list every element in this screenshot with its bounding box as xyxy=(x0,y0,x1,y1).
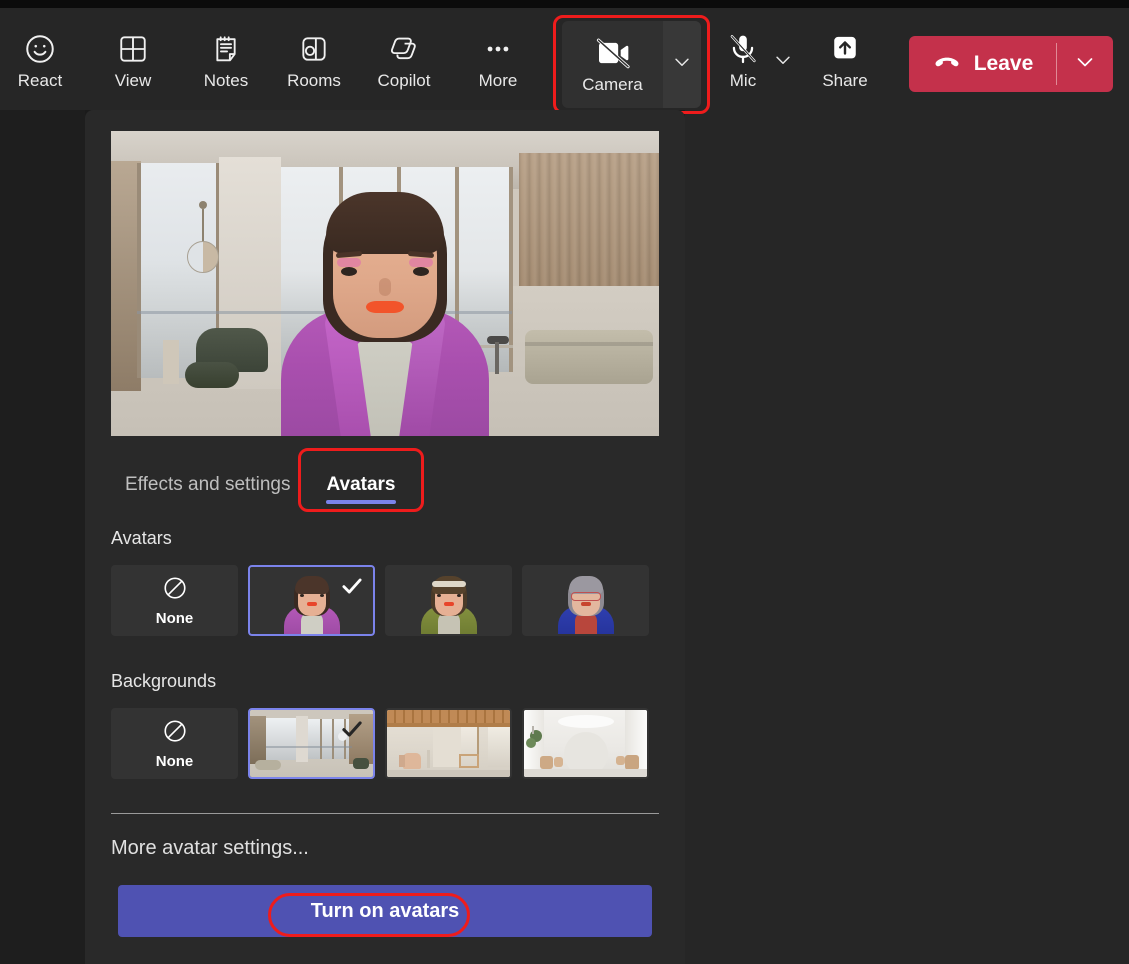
teams-meeting-window: React View Notes Rooms Copilot More Came… xyxy=(0,0,1129,964)
mic-off-icon xyxy=(721,30,765,68)
avatar-none-label: None xyxy=(155,609,194,627)
none-circle-slash-icon xyxy=(162,575,188,606)
toolbar-label-notes: Notes xyxy=(203,71,249,90)
avatar-option-none[interactable]: None xyxy=(111,565,238,636)
camera-label: Camera xyxy=(582,75,643,94)
leave-label: Leave xyxy=(973,52,1034,75)
mic-label: Mic xyxy=(729,71,757,90)
background-thumbnail-wood-loft xyxy=(387,710,510,777)
background-none-label: None xyxy=(155,752,194,770)
toolbar-button-view[interactable]: View xyxy=(90,22,176,100)
toolbar-label-react: React xyxy=(17,71,63,90)
emoji-smiley-icon xyxy=(18,30,62,68)
toolbar-button-react[interactable]: React xyxy=(0,22,83,100)
turn-on-avatars-button[interactable]: Turn on avatars xyxy=(118,885,652,937)
checkmark-icon xyxy=(339,573,365,599)
toolbar-label-view: View xyxy=(114,71,152,90)
leave-button[interactable]: Leave xyxy=(909,36,1056,92)
more-ellipsis-icon xyxy=(476,30,520,68)
toolbar-label-more: More xyxy=(478,71,518,90)
chevron-down-icon xyxy=(671,51,693,78)
share-label: Share xyxy=(822,71,868,90)
tab-effects-and-settings[interactable]: Effects and settings xyxy=(111,462,304,508)
background-option-3[interactable] xyxy=(522,708,649,779)
background-option-2[interactable] xyxy=(385,708,512,779)
camera-off-icon xyxy=(591,34,635,72)
leave-dropdown-button[interactable] xyxy=(1057,36,1113,92)
more-avatar-settings-link[interactable]: More avatar settings... xyxy=(111,837,309,860)
avatar-option-2[interactable] xyxy=(385,565,512,636)
avatars-thumbnail-row: None xyxy=(111,565,649,636)
video-effects-flyout: Effects and settings Avatars Avatars Non… xyxy=(85,110,685,964)
notes-icon xyxy=(204,30,248,68)
toolbar-button-copilot[interactable]: Copilot xyxy=(361,22,447,100)
avatar-thumbnail-figure xyxy=(420,572,478,634)
turn-on-avatars-label: Turn on avatars xyxy=(310,899,460,922)
leave-button-group: Leave xyxy=(909,36,1113,92)
toolbar-divider xyxy=(553,36,554,88)
section-divider xyxy=(111,813,659,814)
copilot-icon xyxy=(382,30,426,68)
meeting-toolbar: React View Notes Rooms Copilot More Came… xyxy=(0,8,1129,114)
toolbar-button-more[interactable]: More xyxy=(455,22,541,100)
avatar-thumbnail-figure xyxy=(283,572,341,634)
avatar-figure xyxy=(280,186,490,436)
share-screen-icon xyxy=(823,30,867,68)
background-option-1[interactable] xyxy=(248,708,375,779)
chevron-down-icon xyxy=(1073,50,1097,79)
toolbar-label-rooms: Rooms xyxy=(287,71,341,90)
panel-tabs: Effects and settings Avatars xyxy=(111,448,659,512)
toolbar-button-notes[interactable]: Notes xyxy=(183,22,269,100)
hang-up-icon xyxy=(932,47,962,82)
avatar-thumbnail-figure xyxy=(557,572,615,634)
background-thumbnail-lounge xyxy=(250,710,373,777)
window-top-strip xyxy=(0,0,1129,8)
backgrounds-thumbnail-row: None xyxy=(111,708,649,779)
grid-view-icon xyxy=(111,30,155,68)
mic-dropdown-button[interactable] xyxy=(765,44,801,80)
left-gutter xyxy=(0,110,85,964)
toolbar-label-copilot: Copilot xyxy=(377,71,431,90)
backgrounds-section-title: Backgrounds xyxy=(111,671,217,691)
breakout-rooms-icon xyxy=(292,30,336,68)
right-gutter xyxy=(685,110,1129,964)
avatars-section-title: Avatars xyxy=(111,528,172,548)
toolbar-button-rooms[interactable]: Rooms xyxy=(271,22,357,100)
camera-dropdown-button[interactable] xyxy=(663,21,701,108)
avatar-video-preview xyxy=(111,131,659,436)
tab-label-effects-and-settings: Effects and settings xyxy=(125,474,291,495)
avatar-option-3[interactable] xyxy=(522,565,649,636)
camera-toggle-button[interactable]: Camera xyxy=(562,21,663,108)
background-option-none[interactable]: None xyxy=(111,708,238,779)
tab-label-avatars: Avatars xyxy=(326,474,396,495)
chevron-down-icon xyxy=(772,49,794,76)
background-thumbnail-white-gallery xyxy=(524,710,647,777)
tab-active-underline xyxy=(326,500,396,504)
camera-button-group: Camera xyxy=(553,15,710,114)
none-circle-slash-icon xyxy=(162,718,188,749)
tab-avatars[interactable]: Avatars xyxy=(298,448,424,512)
avatar-option-1[interactable] xyxy=(248,565,375,636)
share-screen-button[interactable]: Share xyxy=(802,22,888,100)
